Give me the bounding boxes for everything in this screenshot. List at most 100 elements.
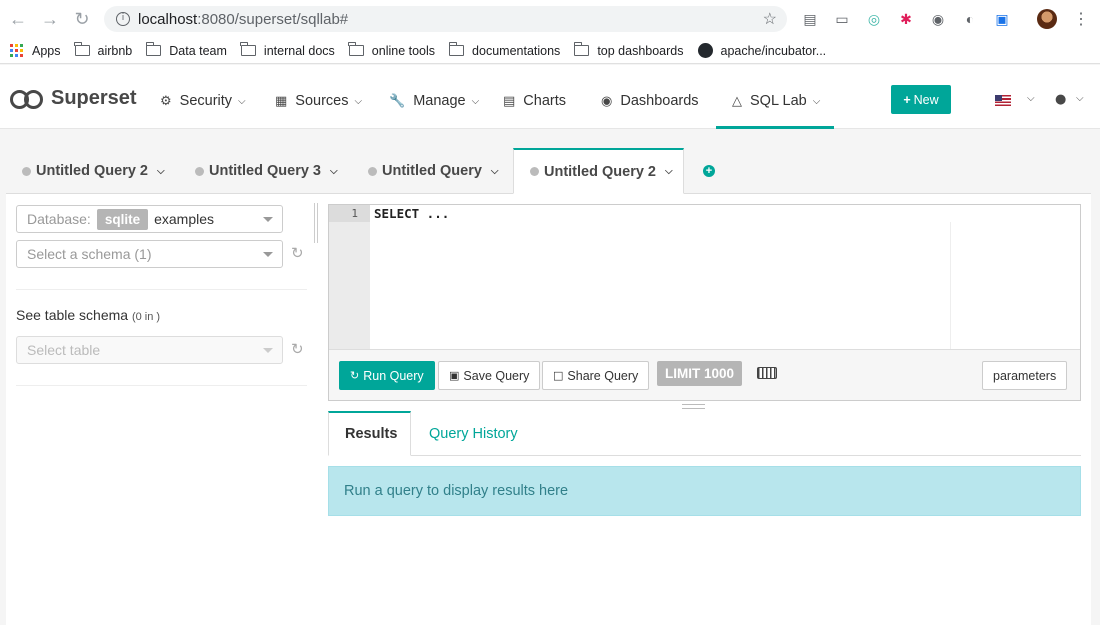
info-icon[interactable]: i	[116, 12, 130, 26]
chevron-down-icon[interactable]: ⌵	[157, 166, 165, 177]
divider	[16, 289, 307, 290]
chevron-down-icon: ⌵	[812, 95, 821, 107]
status-dot	[22, 166, 31, 176]
slack-icon[interactable]: ✱	[898, 11, 914, 27]
bookmark-top-dashboards[interactable]: top dashboards	[573, 42, 684, 58]
folder-icon	[573, 42, 590, 56]
save-query-button[interactable]: ▣ Save Query	[438, 361, 541, 390]
caret-down-icon	[263, 252, 273, 257]
plus-icon: +	[903, 92, 911, 107]
database-backend-label: sqlite	[96, 208, 149, 230]
refresh-table-icon[interactable]: ↻	[291, 340, 304, 358]
nav-dashboards[interactable]: ◉ Dashboards	[601, 93, 699, 109]
schema-select[interactable]: Select a schema (1)	[16, 240, 283, 268]
chevron-down-icon[interactable]: ⌵	[330, 166, 338, 177]
tab-untitled-query[interactable]: Untitled Query ⌵	[352, 148, 512, 194]
bookmark-star-icon[interactable]: ☆	[763, 9, 777, 29]
superset-navbar: Superset ⚙ Security ⌵ ▦ Sources ⌵ 🔧 Manage ⌵ ▤…	[0, 65, 1100, 129]
divider	[16, 385, 307, 386]
bookmark-documentations[interactable]: documentations	[448, 42, 560, 58]
share-query-button[interactable]: □ Share Query	[542, 361, 650, 390]
reload-icon[interactable]: ↻	[72, 9, 92, 29]
refresh-schema-icon[interactable]: ↻	[291, 244, 304, 262]
status-dot	[195, 166, 204, 176]
editor-gutter: 1	[329, 205, 370, 349]
nav-sql-lab[interactable]: △ SQL Lab ⌵	[732, 93, 820, 109]
status-dot	[530, 167, 539, 176]
tab-results[interactable]: Results	[328, 411, 411, 456]
tab-query-history[interactable]: Query History	[413, 411, 534, 456]
us-flag-icon[interactable]	[995, 95, 1011, 106]
editor-toolbar: ↻ Run Query ▣ Save Query □ Share Query LIMI…	[329, 349, 1080, 400]
chevron-down-icon: ⌵	[1027, 93, 1035, 104]
tab-untitled-query-2-a[interactable]: Untitled Query 2 ⌵	[6, 148, 174, 194]
caret-down-icon	[263, 348, 273, 353]
back-arrow-icon[interactable]: ←	[8, 9, 28, 29]
chevron-down-icon: ⌵	[1076, 93, 1084, 104]
superset-logo-icon	[10, 89, 43, 109]
bookmarks-bar: Apps airbnb Data team internal docs onli…	[0, 38, 1100, 64]
row-limit-label[interactable]: LIMIT 1000	[657, 361, 743, 386]
cogs-icon: ⚙	[160, 93, 172, 109]
add-tab-plus-icon[interactable]: +	[703, 165, 715, 177]
url-text: localhost:8080/superset/sqllab#	[138, 10, 349, 28]
folder-icon	[74, 42, 90, 56]
keyboard-icon[interactable]	[757, 367, 777, 379]
profile-avatar[interactable]	[1037, 9, 1057, 29]
forward-arrow-icon[interactable]: →	[40, 9, 60, 29]
nav-security[interactable]: ⚙ Security ⌵	[160, 93, 246, 109]
database-select[interactable]: Database: sqlite examples	[16, 205, 283, 233]
user-dropdown-chevron[interactable]: ⌵	[1070, 93, 1084, 104]
cast-icon[interactable]: ▭	[834, 11, 850, 27]
bookmark-internal-docs[interactable]: internal docs	[240, 42, 335, 58]
chevron-down-icon: ⌵	[238, 95, 246, 107]
bookmark-github[interactable]: apache/incubator...	[697, 43, 826, 58]
bar-chart-icon: ▤	[503, 93, 516, 109]
nav-manage[interactable]: 🔧 Manage ⌵	[389, 93, 479, 109]
tab-untitled-query-3[interactable]: Untitled Query 3 ⌵	[179, 148, 349, 194]
extension-circle-icon[interactable]: ◎	[866, 11, 882, 27]
clipboard-icon: □	[553, 369, 564, 382]
brand-logo[interactable]: Superset	[10, 87, 137, 110]
panel-splitter-handle[interactable]	[314, 203, 318, 243]
address-bar[interactable]: i localhost:8080/superset/sqllab# ☆	[104, 6, 787, 32]
save-icon: ▣	[449, 369, 460, 382]
active-nav-indicator	[716, 126, 834, 129]
chevron-down-icon[interactable]: ⌵	[665, 166, 673, 177]
nav-sources[interactable]: ▦ Sources ⌵	[275, 93, 362, 109]
extension-badge-icon[interactable]: ▣	[994, 11, 1010, 27]
print-margin	[950, 222, 951, 349]
user-icon[interactable]: ●	[1055, 92, 1066, 107]
wrench-icon: 🔧	[389, 93, 406, 109]
sql-editor[interactable]: 1 SELECT ...	[329, 205, 1080, 349]
refresh-icon: ↻	[350, 369, 360, 382]
bookmark-airbnb[interactable]: airbnb	[74, 42, 132, 58]
bookmark-online-tools[interactable]: online tools	[348, 42, 435, 58]
chevron-down-icon[interactable]: ⌵	[491, 166, 499, 177]
new-button[interactable]: + New	[891, 85, 951, 114]
browser-menu-icon[interactable]: ⋮	[1073, 9, 1089, 29]
nav-charts[interactable]: ▤ Charts	[503, 93, 566, 109]
code-extension-icon[interactable]: ◐	[962, 11, 978, 27]
apps-grid-icon	[10, 44, 23, 57]
bookmark-apps[interactable]: Apps	[10, 44, 61, 58]
query-tab-bar: Untitled Query 2 ⌵ Untitled Query 3 ⌵ Unti…	[6, 148, 1091, 194]
browser-toolbar: ← → ↻ i localhost:8080/superset/sqllab# …	[0, 0, 1100, 38]
sql-code[interactable]: SELECT ...	[374, 206, 449, 221]
tab-untitled-query-2-active[interactable]: Untitled Query 2 ⌵	[513, 148, 684, 194]
flask-icon: △	[732, 93, 742, 109]
status-dot	[368, 166, 377, 176]
table-select[interactable]: Select table	[16, 336, 283, 364]
camera-icon[interactable]: ◉	[930, 11, 946, 27]
parameters-button[interactable]: parameters	[982, 361, 1068, 390]
bookmark-data-team[interactable]: Data team	[145, 42, 227, 58]
extension-icon[interactable]: ▤	[802, 11, 818, 27]
folder-icon	[348, 42, 364, 56]
run-query-button[interactable]: ↻ Run Query	[339, 361, 435, 390]
dashboard-icon: ◉	[601, 93, 613, 109]
folder-icon	[145, 42, 162, 56]
results-tab-bar: Results Query History	[328, 411, 1081, 456]
editor-resize-handle[interactable]	[682, 404, 705, 409]
language-dropdown-chevron[interactable]: ⌵	[1021, 93, 1035, 104]
caret-down-icon	[263, 217, 273, 222]
